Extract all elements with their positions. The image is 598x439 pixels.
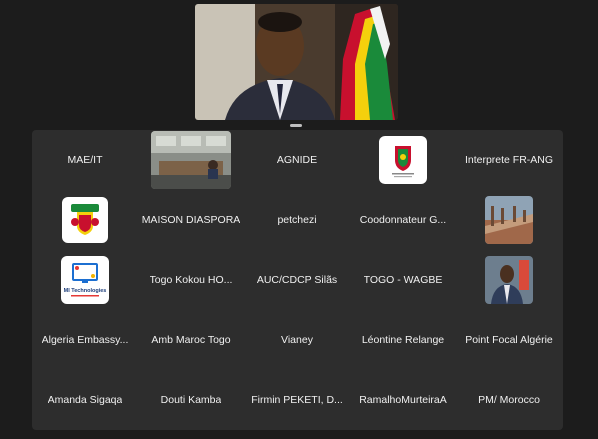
participant-name: Togo Kokou HO... bbox=[149, 274, 233, 286]
participant-name: MAE/IT bbox=[67, 154, 103, 166]
participant-tile[interactable]: Amanda Sigaqa bbox=[32, 370, 138, 430]
participant-tile[interactable]: AGNIDE bbox=[244, 130, 350, 190]
drag-handle[interactable] bbox=[290, 124, 302, 127]
participant-tile[interactable]: TOGO - WAGBE bbox=[350, 250, 456, 310]
participant-name: Algeria Embassy... bbox=[41, 334, 129, 346]
mi-technologies-text: MI Technologies bbox=[64, 288, 107, 294]
participant-photo-thumbnail bbox=[485, 196, 533, 244]
participant-tile[interactable]: MAE/IT bbox=[32, 130, 138, 190]
participant-tile[interactable] bbox=[138, 130, 244, 190]
participant-name: petchezi bbox=[277, 214, 317, 226]
participant-tile[interactable]: Algeria Embassy... bbox=[32, 310, 138, 370]
participant-name: RamalhoMurteiraA bbox=[359, 394, 447, 406]
participant-tile[interactable]: Coodonnateur G... bbox=[350, 190, 456, 250]
participant-name: Point Focal Algérie bbox=[465, 334, 553, 346]
participant-tile[interactable]: AUC/CDCP Silãs bbox=[244, 250, 350, 310]
speaker-video-frame bbox=[195, 4, 398, 120]
participant-name: Coodonnateur G... bbox=[359, 214, 447, 226]
participant-tile[interactable]: Point Focal Algérie bbox=[456, 310, 562, 370]
participant-tile[interactable]: RamalhoMurteiraA bbox=[350, 370, 456, 430]
participant-tile[interactable] bbox=[32, 190, 138, 250]
participant-name: Interprete FR-ANG bbox=[464, 154, 554, 166]
mi-technologies-icon: MI Technologies bbox=[64, 263, 107, 297]
participant-tile[interactable]: Interprete FR-ANG bbox=[456, 130, 562, 190]
participant-tile[interactable]: Togo Kokou HO... bbox=[138, 250, 244, 310]
mi-technologies-logo: MI Technologies bbox=[61, 256, 109, 304]
participant-tile[interactable] bbox=[456, 250, 562, 310]
participant-tile[interactable]: Vianey bbox=[244, 310, 350, 370]
participant-tile[interactable]: Amb Maroc Togo bbox=[138, 310, 244, 370]
participant-tile[interactable]: Léontine Relange bbox=[350, 310, 456, 370]
participant-name: Vianey bbox=[281, 334, 313, 346]
participant-tile[interactable]: MAISON DIASPORA bbox=[138, 190, 244, 250]
coat-of-arms-icon bbox=[71, 204, 99, 235]
participant-name: MAISON DIASPORA bbox=[141, 214, 241, 226]
participant-tile[interactable]: MI Technologies bbox=[32, 250, 138, 310]
emblem-icon bbox=[392, 146, 414, 178]
participant-name: AGNIDE bbox=[276, 154, 318, 166]
participant-tile[interactable]: Douti Kamba bbox=[138, 370, 244, 430]
participant-name: TOGO - WAGBE bbox=[363, 274, 443, 286]
participant-tile[interactable]: Firmin PEKETI, D... bbox=[244, 370, 350, 430]
participant-name: PM/ Morocco bbox=[478, 394, 540, 406]
participant-tile[interactable] bbox=[456, 190, 562, 250]
participant-name: AUC/CDCP Silãs bbox=[256, 274, 338, 286]
ministry-logo bbox=[379, 136, 427, 184]
participant-tile[interactable]: PM/ Morocco bbox=[456, 370, 562, 430]
participant-video-thumbnail bbox=[151, 131, 231, 189]
participant-name: Amb Maroc Togo bbox=[151, 334, 231, 346]
participant-name: Léontine Relange bbox=[361, 334, 445, 346]
participant-tile[interactable]: petchezi bbox=[244, 190, 350, 250]
participant-name: Douti Kamba bbox=[160, 394, 222, 406]
participant-grid: MAE/IT AGNIDE Interprete FR-ANG MAISON D… bbox=[32, 130, 563, 430]
active-speaker-video[interactable] bbox=[195, 4, 398, 120]
participant-tile[interactable] bbox=[350, 130, 456, 190]
togo-coat-of-arms-logo bbox=[62, 197, 108, 243]
participant-name: Firmin PEKETI, D... bbox=[251, 394, 343, 406]
participant-photo-thumbnail bbox=[485, 256, 533, 304]
participant-name: Amanda Sigaqa bbox=[47, 394, 123, 406]
